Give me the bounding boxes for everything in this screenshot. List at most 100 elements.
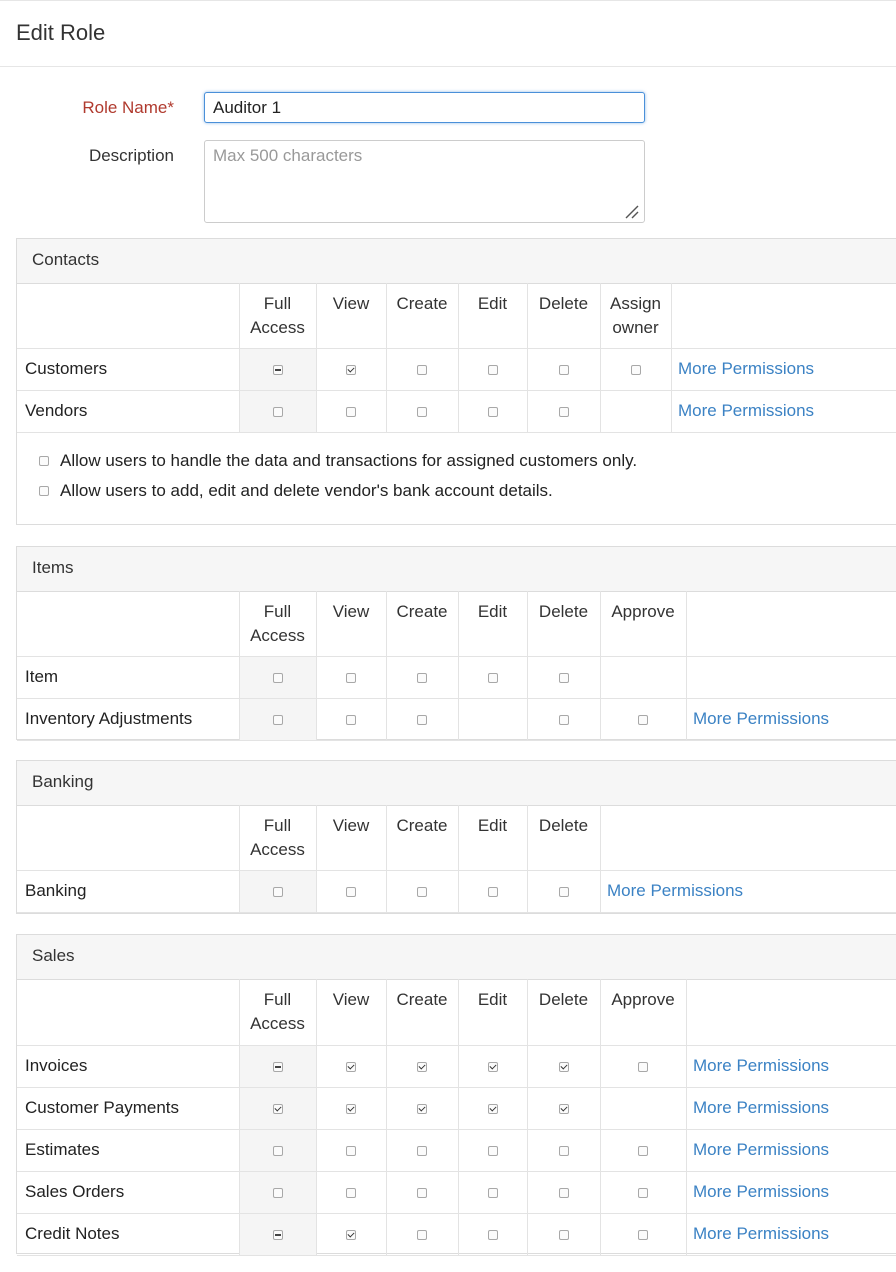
contacts-cell: [600, 391, 671, 432]
banking-section-header: Banking: [17, 761, 896, 806]
banking-full-checkbox[interactable]: [273, 887, 283, 897]
customers-assign-owner-checkbox[interactable]: [631, 365, 641, 375]
vendors-edit-checkbox[interactable]: [488, 407, 498, 417]
contacts-header-cell: [671, 283, 896, 348]
invoices-approve-checkbox[interactable]: [638, 1062, 648, 1072]
customers-full-checkbox[interactable]: [273, 365, 283, 375]
item-edit-checkbox[interactable]: [488, 673, 498, 683]
sales-orders-delete-checkbox[interactable]: [559, 1188, 569, 1198]
column-header-approve: Approve: [611, 602, 675, 621]
invoices-full-checkbox[interactable]: [273, 1062, 283, 1072]
column-header-full-access: Full Access: [250, 816, 305, 859]
column-header-approve: Approve: [611, 990, 675, 1009]
description-textarea[interactable]: [204, 140, 645, 223]
role-name-input[interactable]: [204, 92, 645, 123]
vendors-delete-checkbox[interactable]: [559, 407, 569, 417]
row-label-credit-notes: Credit Notes: [25, 1224, 120, 1243]
contacts-section-title: Contacts: [32, 250, 100, 269]
sales-orders-view-checkbox[interactable]: [346, 1188, 356, 1198]
vendors-more-permissions-link[interactable]: More Permissions: [678, 401, 814, 421]
items-section-header: Items: [17, 547, 896, 592]
estimates-full-checkbox[interactable]: [273, 1146, 283, 1156]
inventory-adjustments-create-checkbox[interactable]: [417, 715, 427, 725]
invoices-delete-checkbox[interactable]: [559, 1062, 569, 1072]
vendors-view-checkbox[interactable]: [346, 407, 356, 417]
customer-payments-edit-checkbox[interactable]: [488, 1104, 498, 1114]
customers-edit-checkbox[interactable]: [488, 365, 498, 375]
column-header-full-access: Full Access: [250, 602, 305, 645]
customer-payments-view-checkbox[interactable]: [346, 1104, 356, 1114]
contacts-option-1-checkbox[interactable]: [39, 456, 49, 466]
banking-view-checkbox[interactable]: [346, 887, 356, 897]
credit-notes-delete-checkbox[interactable]: [559, 1230, 569, 1240]
customers-create-checkbox[interactable]: [417, 365, 427, 375]
invoices-create-checkbox[interactable]: [417, 1062, 427, 1072]
invoices-more-permissions-link[interactable]: More Permissions: [693, 1056, 829, 1076]
contacts-option-2-label: Allow users to add, edit and delete vend…: [60, 481, 553, 500]
customers-more-permissions-link[interactable]: More Permissions: [678, 359, 814, 379]
permission-row-customer-payments: Customer Payments More Permissions: [17, 1088, 896, 1130]
invoices-view-checkbox[interactable]: [346, 1062, 356, 1072]
estimates-more-permissions-link[interactable]: More Permissions: [693, 1140, 829, 1160]
items-section-title: Items: [32, 558, 74, 577]
sales-orders-full-checkbox[interactable]: [273, 1188, 283, 1198]
customers-delete-checkbox[interactable]: [559, 365, 569, 375]
credit-notes-create-checkbox[interactable]: [417, 1230, 427, 1240]
column-header-create: Create: [396, 294, 448, 313]
customers-view-checkbox[interactable]: [346, 365, 356, 375]
item-view-checkbox[interactable]: [346, 673, 356, 683]
banking-delete-checkbox[interactable]: [559, 887, 569, 897]
banking-header-cell: [600, 805, 896, 870]
permission-row-estimates: Estimates More Permissions: [17, 1130, 896, 1172]
customer-payments-create-checkbox[interactable]: [417, 1104, 427, 1114]
vendors-create-checkbox[interactable]: [417, 407, 427, 417]
customer-payments-more-permissions-link[interactable]: More Permissions: [693, 1098, 829, 1118]
customer-payments-full-checkbox[interactable]: [273, 1104, 283, 1114]
item-full-checkbox[interactable]: [273, 673, 283, 683]
sales-section-title: Sales: [32, 946, 75, 965]
customer-payments-delete-checkbox[interactable]: [559, 1104, 569, 1114]
credit-notes-approve-checkbox[interactable]: [638, 1230, 648, 1240]
item-create-checkbox[interactable]: [417, 673, 427, 683]
item-delete-checkbox[interactable]: [559, 673, 569, 683]
banking-create-checkbox[interactable]: [417, 887, 427, 897]
credit-notes-view-checkbox[interactable]: [346, 1230, 356, 1240]
credit-notes-full-checkbox[interactable]: [273, 1230, 283, 1240]
estimates-edit-checkbox[interactable]: [488, 1146, 498, 1156]
inventory-adjustments-delete-checkbox[interactable]: [559, 715, 569, 725]
estimates-view-checkbox[interactable]: [346, 1146, 356, 1156]
banking-more-permissions-link[interactable]: More Permissions: [607, 881, 743, 901]
permission-row-customers: Customers More Permissions: [17, 349, 896, 391]
estimates-delete-checkbox[interactable]: [559, 1146, 569, 1156]
column-header-create: Create: [396, 602, 448, 621]
permission-row-invoices: Invoices More Permissions: [17, 1046, 896, 1088]
sales-orders-more-permissions-link[interactable]: More Permissions: [693, 1182, 829, 1202]
column-header-edit: Edit: [477, 990, 508, 1009]
role-name-label: Role Name*: [82, 98, 174, 117]
column-header-edit: Edit: [477, 816, 508, 835]
column-header-view: View: [332, 602, 370, 621]
vendors-full-checkbox[interactable]: [273, 407, 283, 417]
page-title: Edit Role: [16, 20, 106, 45]
credit-notes-edit-checkbox[interactable]: [488, 1230, 498, 1240]
credit-notes-more-permissions-link[interactable]: More Permissions: [693, 1224, 829, 1244]
inventory-adjustments-view-checkbox[interactable]: [346, 715, 356, 725]
sales-orders-create-checkbox[interactable]: [417, 1188, 427, 1198]
inventory-adjustments-more-permissions-link[interactable]: More Permissions: [693, 709, 829, 729]
column-header-view: View: [332, 990, 370, 1009]
items-section: Items Full Access View Create Edit Delete Appr…: [16, 546, 896, 741]
invoices-edit-checkbox[interactable]: [488, 1062, 498, 1072]
sales-header-row: Full Access View Create Edit Delete Approve: [17, 979, 896, 1046]
banking-edit-checkbox[interactable]: [488, 887, 498, 897]
sales-orders-edit-checkbox[interactable]: [488, 1188, 498, 1198]
column-header-create: Create: [396, 816, 448, 835]
inventory-adjustments-full-checkbox[interactable]: [273, 715, 283, 725]
inventory-adjustments-approve-checkbox[interactable]: [638, 715, 648, 725]
estimates-approve-checkbox[interactable]: [638, 1146, 648, 1156]
estimates-create-checkbox[interactable]: [417, 1146, 427, 1156]
column-header-delete: Delete: [538, 990, 589, 1009]
contacts-option-2-checkbox[interactable]: [39, 486, 49, 496]
sales-orders-approve-checkbox[interactable]: [638, 1188, 648, 1198]
resize-handle-icon[interactable]: [622, 202, 640, 220]
column-header-create: Create: [396, 990, 448, 1009]
